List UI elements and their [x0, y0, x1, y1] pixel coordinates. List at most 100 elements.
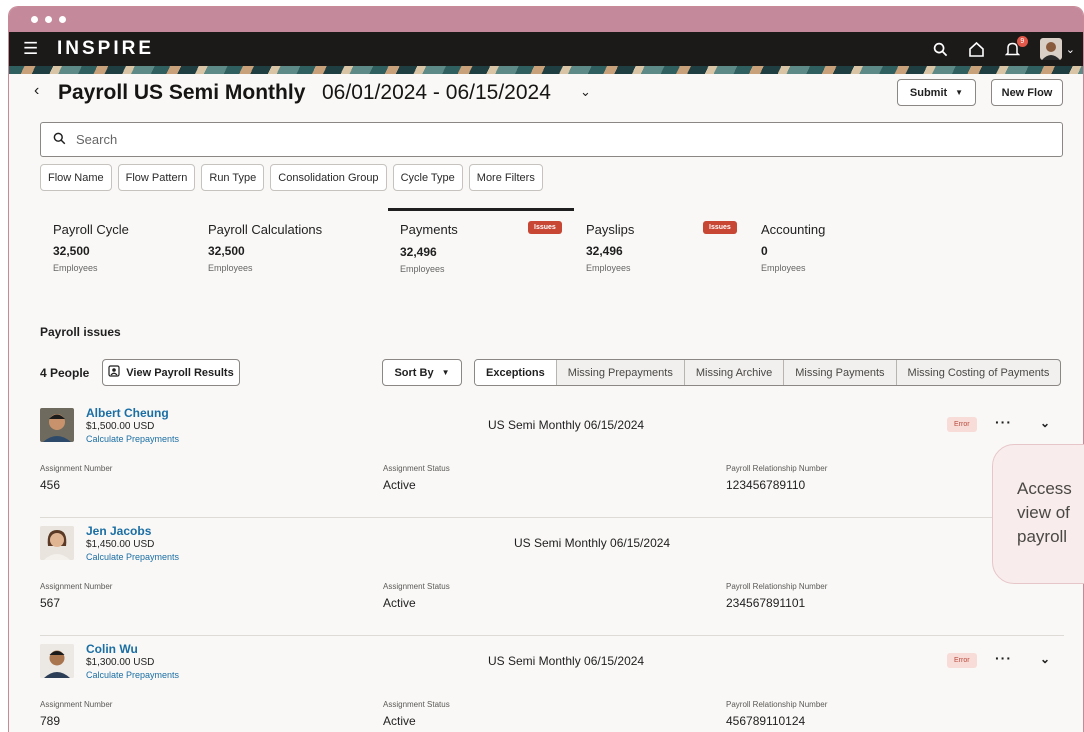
field-label: Payroll Relationship Number	[726, 582, 828, 591]
person-amount: $1,300.00 USD	[86, 657, 155, 668]
filter-more-filters[interactable]: More Filters	[468, 164, 543, 191]
tile-unit: Employees	[400, 264, 445, 274]
tile-name: Payroll Calculations	[208, 222, 323, 237]
more-actions-icon[interactable]: ···	[995, 414, 1012, 430]
relationship-number: 234567891101	[726, 596, 806, 610]
submit-button[interactable]: Submit ▼	[897, 79, 976, 106]
user-avatar[interactable]	[1039, 38, 1062, 60]
sort-by-label: Sort By	[394, 366, 434, 379]
new-flow-label: New Flow	[1001, 86, 1053, 99]
tab-missing-prepayments[interactable]: Missing Prepayments	[555, 360, 684, 385]
field-label: Payroll Relationship Number	[726, 700, 828, 709]
caret-down-icon: ▼	[441, 368, 450, 377]
relationship-number: 123456789110	[726, 478, 806, 492]
window-dot-icon[interactable]	[45, 16, 52, 23]
list-item: Albert Cheung $1,500.00 USD Calculate Pr…	[40, 400, 1064, 518]
issues-badge: Issues	[528, 221, 562, 234]
avatar	[40, 408, 74, 442]
window-dot-icon[interactable]	[59, 16, 66, 23]
tile-name: Accounting	[761, 222, 826, 237]
date-range: 06/01/2024 - 06/15/2024	[322, 81, 551, 104]
filter-cycle-type[interactable]: Cycle Type	[392, 164, 463, 191]
action-link[interactable]: Calculate Prepayments	[86, 434, 179, 444]
submit-label: Submit	[909, 86, 948, 99]
field-label: Assignment Number	[40, 582, 113, 591]
search-icon[interactable]	[932, 40, 950, 58]
filter-run-type[interactable]: Run Type	[201, 164, 265, 191]
tile-name: Payroll Cycle	[53, 222, 129, 237]
search-icon	[53, 132, 66, 148]
page-title: Payroll US Semi Monthly	[58, 81, 306, 104]
chevron-down-icon[interactable]: ⌄	[1066, 43, 1075, 56]
field-label: Assignment Number	[40, 700, 113, 709]
callout-line: view of	[1017, 503, 1070, 522]
tile-value: 0	[761, 244, 768, 258]
section-title: Payroll issues	[40, 325, 121, 339]
view-payroll-results-button[interactable]: View Payroll Results	[102, 359, 240, 386]
tile-value: 32,500	[53, 244, 90, 258]
tile-unit: Employees	[53, 263, 98, 273]
issue-type-tabs: Exceptions Missing Prepayments Missing A…	[474, 359, 1062, 386]
issues-badge: Issues	[703, 221, 737, 234]
tile-payroll-calculations[interactable]: Payroll Calculations 32,500 Employees	[196, 208, 376, 282]
person-name[interactable]: Jen Jacobs	[86, 524, 151, 538]
person-name[interactable]: Colin Wu	[86, 642, 138, 656]
filter-consolidation-group[interactable]: Consolidation Group	[270, 164, 387, 191]
view-results-label: View Payroll Results	[126, 366, 234, 379]
tile-unit: Employees	[208, 263, 253, 273]
assignment-number: 789	[40, 714, 61, 728]
tab-missing-payments[interactable]: Missing Payments	[783, 360, 895, 385]
chevron-down-icon[interactable]: ⌄	[1040, 416, 1050, 430]
field-label: Payroll Relationship Number	[726, 464, 828, 473]
person-amount: $1,450.00 USD	[86, 539, 155, 550]
tile-payments[interactable]: Payments Issues 32,496 Employees	[388, 208, 574, 282]
app-navbar: ☰ INSPIRE 9 ⌄	[9, 32, 1083, 66]
field-label: Assignment Status	[383, 582, 450, 591]
assignment-number: 567	[40, 596, 61, 610]
tile-name: Payslips	[586, 222, 635, 237]
app-logo: INSPIRE	[57, 38, 155, 59]
tile-payslips[interactable]: Payslips Issues 32,496 Employees	[574, 208, 754, 282]
assignment-status: Active	[383, 596, 416, 610]
tab-missing-costing[interactable]: Missing Costing of Payments	[895, 360, 1061, 385]
avatar	[40, 644, 74, 678]
tile-unit: Employees	[761, 263, 806, 273]
field-label: Assignment Number	[40, 464, 113, 473]
tile-value: 32,500	[208, 244, 245, 258]
notification-badge: 9	[1016, 36, 1028, 47]
field-label: Assignment Status	[383, 464, 450, 473]
callout-line: Access	[1017, 479, 1072, 498]
filter-flow-pattern[interactable]: Flow Pattern	[117, 164, 196, 191]
tab-missing-archive[interactable]: Missing Archive	[683, 360, 783, 385]
tile-accounting[interactable]: Accounting 0 Employees	[749, 208, 929, 282]
assignment-status: Active	[383, 714, 416, 728]
window-dot-icon[interactable]	[31, 16, 38, 23]
search-placeholder: Search	[76, 132, 118, 147]
header-banner	[9, 66, 1083, 74]
filter-bar: Flow Name Flow Pattern Run Type Consolid…	[40, 164, 543, 191]
chevron-down-icon[interactable]: ⌄	[580, 84, 591, 100]
payroll-cycle: US Semi Monthly 06/15/2024	[488, 654, 645, 668]
menu-icon[interactable]: ☰	[23, 39, 45, 59]
new-flow-button[interactable]: New Flow	[991, 79, 1063, 106]
payroll-cycle: US Semi Monthly 06/15/2024	[488, 418, 645, 432]
home-icon[interactable]	[968, 40, 986, 58]
filter-flow-name[interactable]: Flow Name	[40, 164, 112, 191]
action-link[interactable]: Calculate Prepayments	[86, 552, 179, 562]
field-label: Assignment Status	[383, 700, 450, 709]
action-link[interactable]: Calculate Prepayments	[86, 670, 179, 680]
tab-exceptions[interactable]: Exceptions	[475, 360, 556, 385]
sort-by-button[interactable]: Sort By ▼	[382, 359, 462, 386]
avatar	[40, 526, 74, 560]
back-icon[interactable]: ‹	[34, 82, 39, 100]
person-name[interactable]: Albert Cheung	[86, 406, 169, 420]
callout-line: payroll	[1017, 527, 1068, 546]
tile-payroll-cycle[interactable]: Payroll Cycle 32,500 Employees	[41, 208, 221, 282]
more-actions-icon[interactable]: ···	[995, 650, 1012, 666]
bell-icon[interactable]: 9	[1004, 36, 1028, 58]
callout-bubble: Access view of payroll	[992, 444, 1084, 584]
chevron-down-icon[interactable]: ⌄	[1040, 652, 1050, 666]
assignment-number: 456	[40, 478, 61, 492]
list-item: Colin Wu $1,300.00 USD Calculate Prepaym…	[40, 636, 1064, 732]
search-input[interactable]: Search	[40, 122, 1063, 157]
